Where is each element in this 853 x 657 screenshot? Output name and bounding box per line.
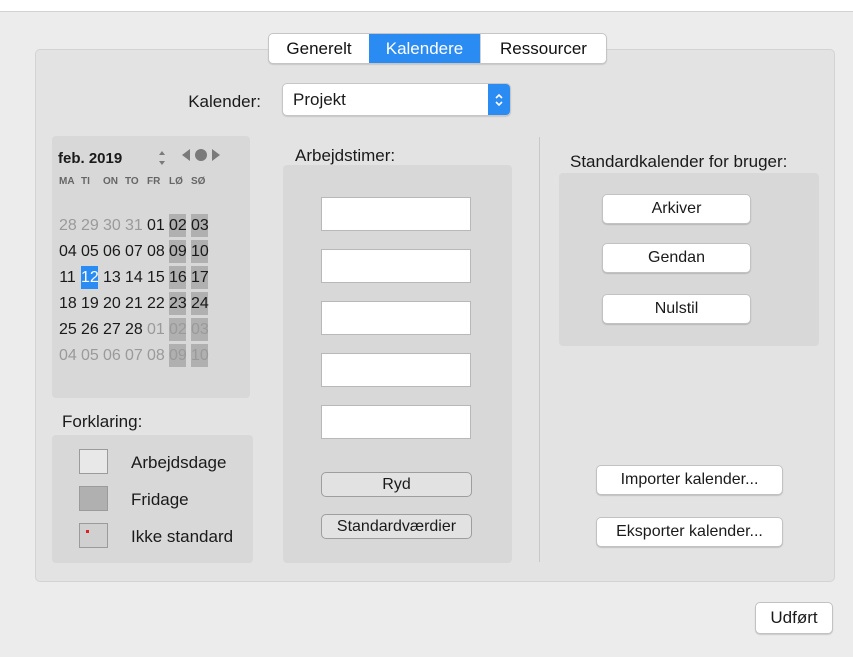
defaults-button[interactable]: Standardværdier — [321, 514, 472, 539]
calendar-day[interactable]: 07 — [125, 344, 143, 367]
calendar-day[interactable]: 31 — [125, 214, 143, 237]
calendar-day[interactable]: 01 — [147, 214, 165, 237]
calendar-day[interactable]: 08 — [147, 240, 165, 263]
calendar-day[interactable]: 06 — [103, 240, 121, 263]
calendar-day[interactable]: 10 — [191, 344, 209, 367]
calendar-day[interactable]: 03 — [191, 318, 209, 341]
reset-button[interactable]: Nulstil — [602, 294, 751, 324]
column-divider — [539, 137, 540, 562]
calendar-month-label: feb. 2019 — [58, 150, 123, 167]
calendar-day[interactable]: 12 — [81, 266, 99, 289]
legend-title: Forklaring: — [62, 412, 143, 431]
calendar-day[interactable]: 26 — [81, 318, 99, 341]
calendar-day[interactable]: 14 — [125, 266, 143, 289]
calendar-day[interactable]: 02 — [169, 214, 187, 237]
calendar-day[interactable]: 07 — [125, 240, 143, 263]
calendar-day[interactable]: 19 — [81, 292, 99, 315]
calendar-day[interactable]: 23 — [169, 292, 187, 315]
calendar-day[interactable]: 30 — [103, 214, 121, 237]
calendar-day[interactable]: 02 — [169, 318, 187, 341]
calendar-day[interactable]: 28 — [59, 214, 77, 237]
weekday-label: TI — [81, 176, 90, 187]
calendar-day[interactable]: 18 — [59, 292, 77, 315]
calendar-day[interactable]: 13 — [103, 266, 121, 289]
month-stepper-icon[interactable] — [157, 148, 167, 168]
done-button[interactable]: Udført — [755, 602, 833, 634]
calendar-day[interactable]: 04 — [59, 240, 77, 263]
weekday-label: FR — [147, 176, 161, 187]
tab-bar: Generelt Kalendere Ressourcer — [268, 33, 607, 64]
user-defaults-title: Standardkalender for bruger: — [570, 152, 788, 171]
weekday-label: SØ — [191, 176, 206, 187]
calendar-day[interactable]: 03 — [191, 214, 209, 237]
holiday-swatch — [79, 486, 108, 511]
calendar-day[interactable]: 28 — [125, 318, 143, 341]
weekday-label: ON — [103, 176, 118, 187]
clear-button[interactable]: Ryd — [321, 472, 472, 497]
calendar-day[interactable]: 16 — [169, 266, 187, 289]
legend-workdays: Arbejdsdage — [131, 453, 227, 472]
previous-month-icon[interactable] — [180, 148, 192, 162]
calendar-day[interactable]: 09 — [169, 344, 187, 367]
calendar-day[interactable]: 10 — [191, 240, 209, 263]
archive-button[interactable]: Arkiver — [602, 194, 751, 224]
nonstandard-swatch — [79, 523, 108, 548]
calendar-select-label: Kalender: — [188, 92, 261, 111]
calendar-day[interactable]: 15 — [147, 266, 165, 289]
calendar-day[interactable]: 01 — [147, 318, 165, 341]
import-calendar-button[interactable]: Importer kalender... — [596, 465, 783, 495]
calendar-day[interactable]: 22 — [147, 292, 165, 315]
calendar-day[interactable]: 11 — [59, 266, 76, 289]
work-hours-field-3[interactable] — [321, 301, 471, 335]
red-dot-icon — [86, 530, 89, 533]
calendar-day[interactable]: 27 — [103, 318, 121, 341]
calendar-day[interactable]: 29 — [81, 214, 99, 237]
export-calendar-button[interactable]: Eksporter kalender... — [596, 517, 783, 547]
calendar-day[interactable]: 04 — [59, 344, 77, 367]
weekday-label: MA — [59, 176, 75, 187]
today-dot-icon[interactable] — [192, 148, 210, 162]
tab-ressourcer[interactable]: Ressourcer — [480, 34, 606, 63]
restore-button[interactable]: Gendan — [602, 243, 751, 273]
legend-holidays: Fridage — [131, 490, 189, 509]
weekday-label: LØ — [169, 176, 183, 187]
chevron-updown-icon — [488, 84, 510, 115]
calendar-day[interactable]: 21 — [125, 292, 143, 315]
tab-generelt[interactable]: Generelt — [269, 34, 369, 63]
calendar-day[interactable]: 05 — [81, 344, 99, 367]
calendar-day[interactable]: 06 — [103, 344, 121, 367]
calendar-day[interactable]: 05 — [81, 240, 99, 263]
calendar-day[interactable]: 24 — [191, 292, 209, 315]
workday-swatch — [79, 449, 108, 474]
work-hours-field-5[interactable] — [321, 405, 471, 439]
legend-box: Arbejdsdage Fridage Ikke standard — [52, 435, 253, 563]
calendar-day[interactable]: 20 — [103, 292, 121, 315]
work-hours-field-4[interactable] — [321, 353, 471, 387]
window-top-edge — [0, 0, 853, 12]
work-hours-field-1[interactable] — [321, 197, 471, 231]
work-hours-field-2[interactable] — [321, 249, 471, 283]
next-month-icon[interactable] — [210, 148, 222, 162]
calendar-day[interactable]: 09 — [169, 240, 187, 263]
calendar-day[interactable]: 17 — [191, 266, 209, 289]
calendar-select[interactable]: Projekt — [282, 83, 511, 116]
weekday-label: TO — [125, 176, 139, 187]
mini-calendar: feb. 2019 MA TI ON TO FR LØ SØ 28 29 30 31 01 02 03 0… — [52, 136, 250, 398]
tab-kalendere[interactable]: Kalendere — [369, 34, 480, 63]
calendar-day[interactable]: 25 — [59, 318, 77, 341]
month-stepper[interactable] — [157, 148, 167, 168]
work-hours-title: Arbejdstimer: — [295, 146, 396, 165]
legend-nonstandard: Ikke standard — [131, 527, 234, 546]
calendar-day[interactable]: 08 — [147, 344, 165, 367]
calendar-select-value: Projekt — [293, 89, 346, 109]
